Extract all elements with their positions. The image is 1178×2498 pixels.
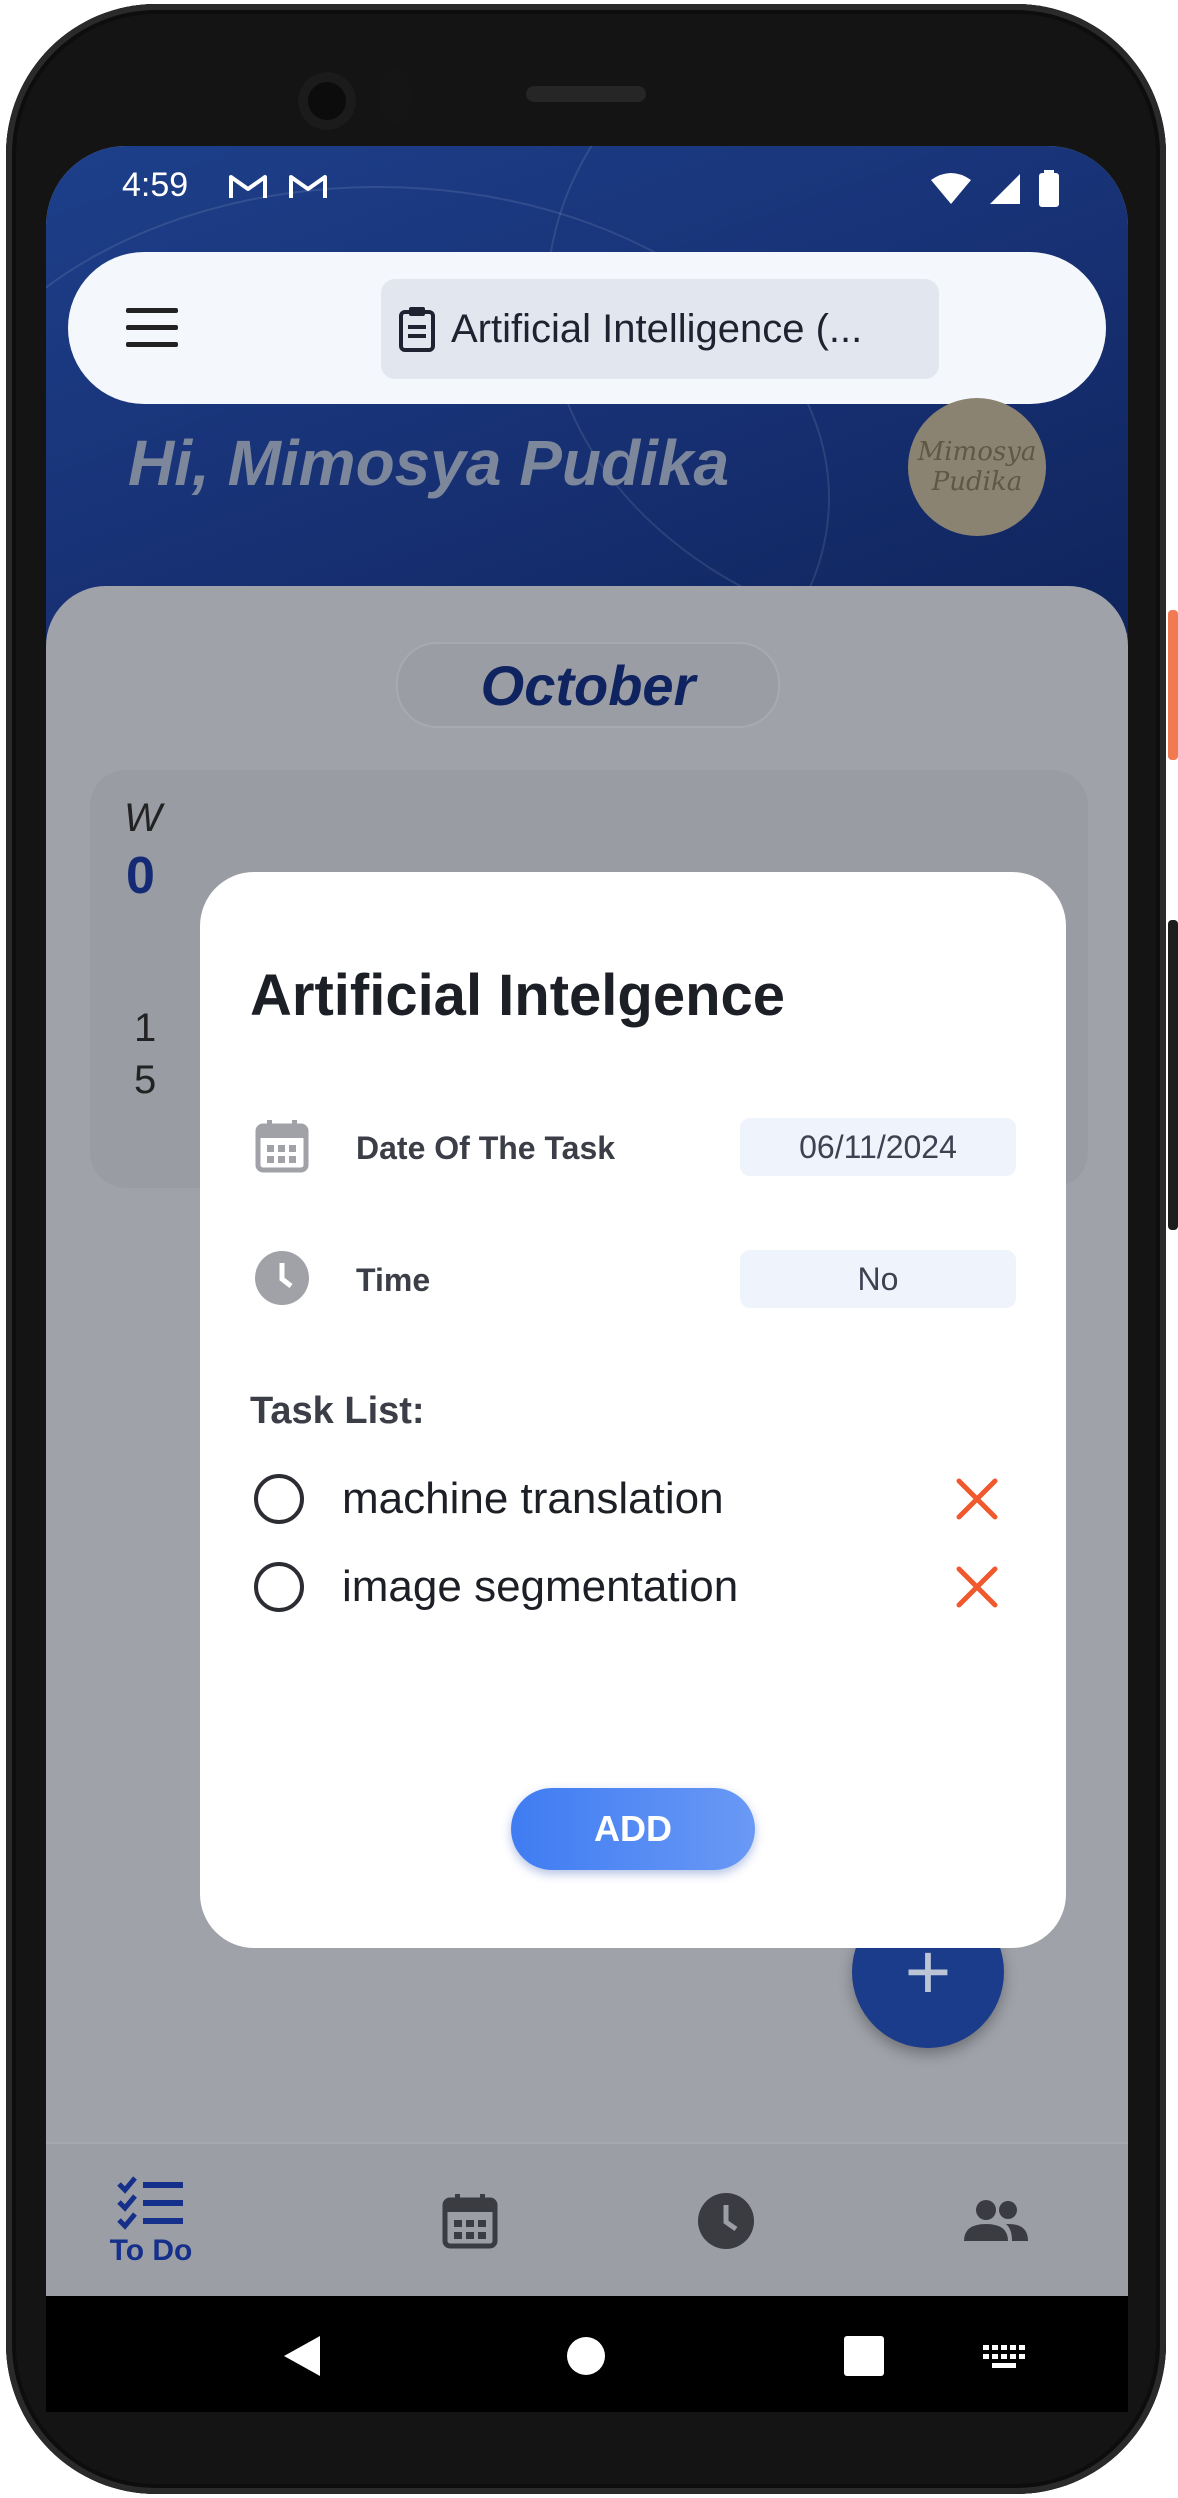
month-pill[interactable]: October <box>396 642 780 728</box>
sensor <box>380 68 410 124</box>
calendar-icon <box>442 2194 498 2249</box>
task-list-label: Task List: <box>250 1390 425 1432</box>
gmail-icon <box>229 175 267 198</box>
week-card-number: 0 <box>126 847 155 905</box>
week-card-label: W <box>124 796 162 840</box>
recents-icon[interactable] <box>844 2336 884 2376</box>
gmail-icon <box>289 175 327 198</box>
project-title: Artificial Intelligence (... <box>451 306 863 351</box>
top-app-bar: Artificial Intelligence (... <box>68 252 1106 404</box>
task-dialog: Artificial Intelgence Date Of The Task 0… <box>200 872 1066 1948</box>
nav-todo[interactable]: To Do <box>66 2144 236 2298</box>
keyboard-icon[interactable] <box>982 2344 1026 2370</box>
back-icon[interactable] <box>282 2334 322 2378</box>
status-time: 4:59 <box>122 166 189 204</box>
task-name: image segmentation <box>342 1562 739 1611</box>
task-item: image segmentation <box>254 1560 998 1620</box>
system-navigation-bar <box>46 2296 1128 2412</box>
menu-icon[interactable] <box>126 308 178 348</box>
delete-icon[interactable] <box>954 1564 1000 1610</box>
battery-icon <box>1039 170 1059 207</box>
week-card-line: 1 <box>134 1006 157 1050</box>
date-label: Date Of The Task <box>356 1130 616 1166</box>
screen: 4:59 Artificial Intelligence (... Hi, Mi… <box>46 146 1128 2412</box>
task-item: machine translation <box>254 1472 998 1532</box>
people-icon <box>964 2200 1028 2241</box>
time-label: Time <box>356 1262 431 1298</box>
date-field[interactable]: 06/11/2024 <box>740 1118 1016 1176</box>
bottom-navigation: To Do <box>46 2142 1128 2298</box>
nav-calendar[interactable] <box>410 2144 530 2298</box>
greeting: Hi, Mimosya Pudika <box>128 427 730 499</box>
avatar[interactable]: Mimosya Pudika <box>908 398 1046 536</box>
dialog-title: Artificial Intelgence <box>250 963 786 1028</box>
nav-clock[interactable] <box>666 2144 786 2298</box>
wifi-icon <box>931 173 971 204</box>
nav-todo-label: To Do <box>109 2234 193 2267</box>
time-field[interactable]: No <box>740 1250 1016 1308</box>
add-button[interactable]: ADD <box>511 1788 755 1870</box>
clipboard-icon <box>399 307 435 352</box>
task-checkbox[interactable] <box>254 1474 304 1524</box>
status-icons <box>930 170 1060 208</box>
avatar-text: Mimosya <box>917 437 1037 467</box>
project-selector[interactable]: Artificial Intelligence (... <box>381 279 939 379</box>
task-name: machine translation <box>342 1474 724 1523</box>
clock-icon <box>255 1251 309 1305</box>
month-label: October <box>480 653 696 717</box>
task-checkbox[interactable] <box>254 1562 304 1612</box>
clock-icon <box>698 2193 754 2249</box>
power-button <box>1168 610 1178 760</box>
week-card-line: 5 <box>134 1058 157 1102</box>
calendar-icon <box>255 1120 309 1173</box>
todo-icon <box>117 2176 183 2230</box>
front-camera <box>298 72 356 130</box>
volume-button <box>1168 920 1178 1230</box>
home-icon[interactable] <box>566 2336 606 2376</box>
avatar-text: Pudika <box>931 467 1023 497</box>
delete-icon[interactable] <box>954 1476 1000 1522</box>
earpiece-speaker <box>526 86 646 102</box>
nav-people[interactable] <box>936 2144 1056 2298</box>
signal-icon <box>990 174 1020 204</box>
